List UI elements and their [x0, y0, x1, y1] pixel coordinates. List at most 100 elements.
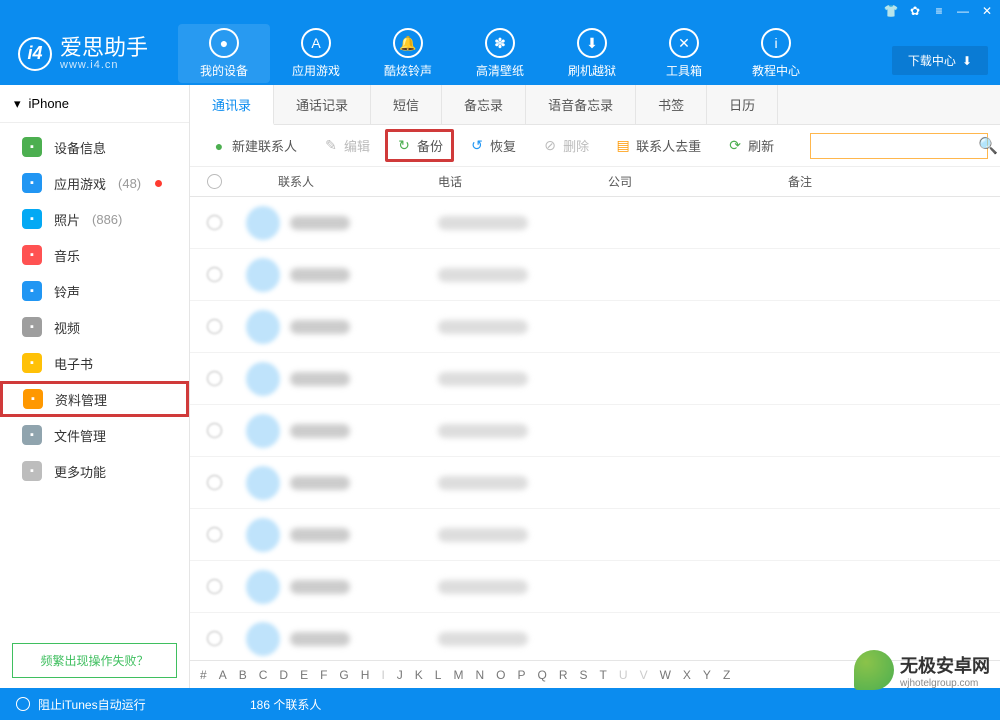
gear-icon[interactable]: ✿	[908, 4, 922, 18]
sidebar-item[interactable]: ▪设备信息	[0, 129, 189, 165]
row-checkbox[interactable]	[207, 371, 222, 386]
alpha-P[interactable]: P	[518, 668, 526, 682]
table-row[interactable]	[190, 301, 1000, 353]
sidebar-item[interactable]: ▪视频	[0, 309, 189, 345]
alpha-Z[interactable]: Z	[723, 668, 730, 682]
dedup-button[interactable]: ▤ 联系人去重	[604, 129, 712, 162]
sidebar-item[interactable]: ▪铃声	[0, 273, 189, 309]
restore-button[interactable]: ↺ 恢复	[458, 129, 527, 162]
sidebar-icon: ▪	[23, 389, 43, 409]
alpha-Q[interactable]: Q	[538, 668, 547, 682]
row-checkbox[interactable]	[207, 475, 222, 490]
edit-icon: ✎	[323, 138, 339, 154]
alpha-O[interactable]: O	[496, 668, 505, 682]
row-checkbox[interactable]	[207, 579, 222, 594]
row-checkbox[interactable]	[207, 527, 222, 542]
close-icon[interactable]: ✕	[980, 4, 994, 18]
alpha-B[interactable]: B	[239, 668, 247, 682]
topnav-apple[interactable]: ●我的设备	[178, 24, 270, 83]
alpha-#[interactable]: #	[200, 668, 207, 682]
subtab[interactable]: 短信	[371, 85, 442, 124]
alpha-N[interactable]: N	[475, 668, 484, 682]
row-checkbox[interactable]	[207, 319, 222, 334]
topnav-A[interactable]: A应用游戏	[270, 24, 362, 83]
subtab[interactable]: 备忘录	[442, 85, 526, 124]
topnav-box[interactable]: ⬇刷机越狱	[546, 24, 638, 83]
sidebar-item[interactable]: ▪更多功能	[0, 453, 189, 489]
row-checkbox[interactable]	[207, 423, 222, 438]
alpha-W[interactable]: W	[660, 668, 671, 682]
alpha-R[interactable]: R	[559, 668, 568, 682]
topnav-i[interactable]: i教程中心	[730, 24, 822, 83]
table-row[interactable]	[190, 353, 1000, 405]
table-row[interactable]	[190, 197, 1000, 249]
device-name: iPhone	[29, 96, 69, 111]
alpha-G[interactable]: G	[339, 668, 348, 682]
alpha-C[interactable]: C	[259, 668, 268, 682]
alpha-K[interactable]: K	[415, 668, 423, 682]
subtab[interactable]: 书签	[636, 85, 707, 124]
subtab[interactable]: 通话记录	[274, 85, 371, 124]
watermark: 无极安卓网 wjhotelgroup.com	[854, 650, 990, 690]
alpha-Y[interactable]: Y	[703, 668, 711, 682]
help-link[interactable]: 频繁出现操作失败？	[12, 643, 177, 678]
subtab[interactable]: 日历	[707, 85, 778, 124]
topnav-wrench[interactable]: ✕工具箱	[638, 24, 730, 83]
alpha-A[interactable]: A	[219, 668, 227, 682]
alpha-H[interactable]: H	[361, 668, 370, 682]
alpha-L[interactable]: L	[435, 668, 442, 682]
row-checkbox[interactable]	[207, 631, 222, 646]
table-row[interactable]	[190, 249, 1000, 301]
table-row[interactable]	[190, 405, 1000, 457]
main-panel: 通讯录通话记录短信备忘录语音备忘录书签日历 ● 新建联系人 ✎ 编辑 ↻ 备份 …	[190, 85, 1000, 688]
alpha-S[interactable]: S	[580, 668, 588, 682]
alpha-I[interactable]: I	[381, 668, 384, 682]
alpha-M[interactable]: M	[453, 668, 463, 682]
search-button[interactable]: 🔍	[978, 136, 998, 156]
search-input[interactable]	[811, 139, 978, 153]
delete-button[interactable]: ⊘ 删除	[531, 129, 600, 162]
avatar	[246, 570, 280, 604]
subtab[interactable]: 语音备忘录	[526, 85, 636, 124]
table-row[interactable]	[190, 457, 1000, 509]
download-icon: ⬇	[962, 54, 972, 68]
alpha-U[interactable]: U	[619, 668, 628, 682]
download-center-button[interactable]: 下载中心 ⬇	[892, 46, 988, 75]
alpha-X[interactable]: X	[683, 668, 691, 682]
col-note[interactable]: 备注	[788, 173, 1000, 190]
sidebar-item[interactable]: ▪电子书	[0, 345, 189, 381]
sidebar-item[interactable]: ▪资料管理	[0, 381, 189, 417]
col-contact[interactable]: 联系人	[238, 173, 438, 190]
minimize-icon[interactable]: —	[956, 4, 970, 18]
row-checkbox[interactable]	[207, 215, 222, 230]
row-checkbox[interactable]	[207, 267, 222, 282]
backup-button[interactable]: ↻ 备份	[385, 129, 454, 162]
sidebar-item[interactable]: ▪照片 (886)	[0, 201, 189, 237]
edit-button[interactable]: ✎ 编辑	[312, 129, 381, 162]
device-selector[interactable]: ▾ iPhone	[0, 85, 189, 123]
select-all-checkbox[interactable]	[207, 174, 222, 189]
subtab[interactable]: 通讯录	[190, 85, 274, 125]
table-row[interactable]	[190, 509, 1000, 561]
alpha-T[interactable]: T	[600, 668, 607, 682]
col-phone[interactable]: 电话	[438, 173, 608, 190]
topnav-bell[interactable]: 🔔酷炫铃声	[362, 24, 454, 83]
refresh-button[interactable]: ⟳ 刷新	[716, 129, 785, 162]
table-row[interactable]	[190, 561, 1000, 613]
alpha-J[interactable]: J	[397, 668, 403, 682]
sidebar-item[interactable]: ▪应用游戏 (48)	[0, 165, 189, 201]
box-icon: ⬇	[577, 28, 607, 58]
tshirt-icon[interactable]: 👕	[884, 4, 898, 18]
alpha-E[interactable]: E	[300, 668, 308, 682]
new-contact-button[interactable]: ● 新建联系人	[200, 129, 308, 162]
alpha-F[interactable]: F	[320, 668, 327, 682]
apple-icon: ●	[209, 28, 239, 58]
sidebar-item[interactable]: ▪音乐	[0, 237, 189, 273]
col-company[interactable]: 公司	[608, 173, 788, 190]
sidebar-item[interactable]: ▪文件管理	[0, 417, 189, 453]
alpha-V[interactable]: V	[640, 668, 648, 682]
topnav-flower[interactable]: ✽高清壁纸	[454, 24, 546, 83]
menu-icon[interactable]: ≡	[932, 4, 946, 18]
alpha-D[interactable]: D	[279, 668, 288, 682]
itunes-block-toggle[interactable]: 阻止iTunes自动运行	[0, 696, 190, 713]
